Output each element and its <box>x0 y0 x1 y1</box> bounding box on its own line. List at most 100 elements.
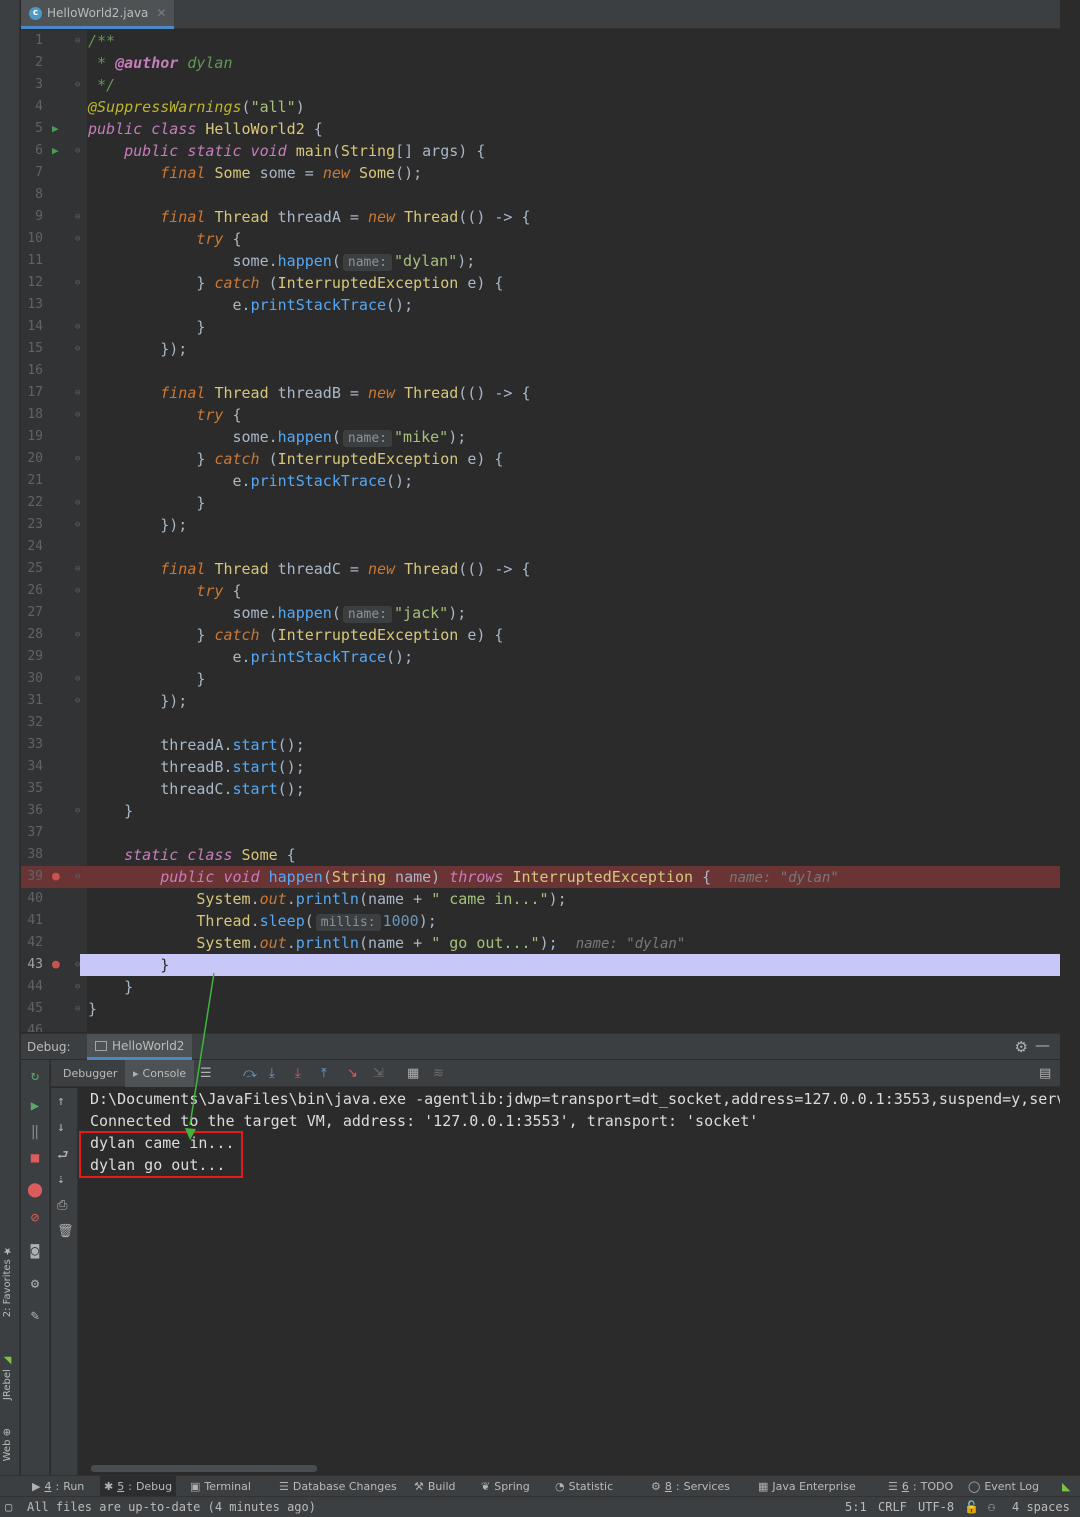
editor-tab-bar: c HelloWorld2.java ✕ <box>21 0 1060 29</box>
fold-icon[interactable]: ⊖ <box>75 998 80 1020</box>
step-over-icon[interactable]: ⤓ <box>269 1066 275 1081</box>
web-tool-button[interactable]: Web ⊕ <box>2 1428 13 1461</box>
fold-icon[interactable]: ⊖ <box>75 140 80 162</box>
lock-icon[interactable]: 🔓 <box>964 1500 979 1514</box>
arrow-up-icon[interactable]: ↑ <box>57 1094 65 1109</box>
tab-debugger[interactable]: Debugger <box>55 1060 125 1087</box>
print-icon[interactable]: ⎙ <box>57 1198 67 1213</box>
step-out-icon[interactable]: ⤒ <box>321 1066 327 1081</box>
fold-icon[interactable]: ⊖ <box>75 74 80 96</box>
layout-icon[interactable]: ▤ <box>1039 1066 1051 1081</box>
fold-icon[interactable]: ⊖ <box>75 338 80 360</box>
gear-icon[interactable]: ⚙ <box>1015 1038 1028 1056</box>
tool-run[interactable]: ▶ 4: Run <box>28 1476 88 1497</box>
fold-icon[interactable]: ⊖ <box>75 228 80 250</box>
breakpoint-icon[interactable]: ● <box>52 866 60 888</box>
menu-icon[interactable]: ☰ <box>200 1066 212 1081</box>
fold-icon[interactable]: ⊖ <box>75 448 80 470</box>
pin-icon[interactable]: ✎ <box>27 1308 43 1324</box>
pause-icon[interactable]: ‖ <box>27 1124 43 1140</box>
line-number: 4 <box>35 99 43 114</box>
fold-icon[interactable]: ⊖ <box>75 404 80 426</box>
breakpoint-icon[interactable]: ● <box>52 954 60 976</box>
tool-label: Build <box>427 1480 456 1493</box>
soft-wrap-icon[interactable]: ⮐ <box>57 1146 69 1168</box>
camera-icon[interactable]: ◙ <box>27 1243 43 1259</box>
resume-icon[interactable]: ▶ <box>27 1098 43 1114</box>
arrow-down-icon[interactable]: ↓ <box>57 1120 65 1135</box>
favorites-tool-button[interactable]: 2: Favorites ★ <box>2 1245 13 1317</box>
fold-icon[interactable]: ⊖ <box>75 580 80 602</box>
close-icon[interactable]: ✕ <box>156 6 166 20</box>
restore-layout-icon[interactable]: ≋ <box>433 1066 444 1081</box>
scroll-to-end-icon[interactable]: ⇣ <box>57 1172 65 1187</box>
caret-position[interactable]: 5:1 <box>845 1500 867 1514</box>
jrebel-tool-button[interactable]: JRebel ◣ <box>2 1355 13 1400</box>
status-message[interactable]: All files are up-to-date (4 minutes ago) <box>27 1500 316 1514</box>
debug-config-tab[interactable]: HelloWorld2 <box>87 1034 193 1060</box>
status-toggle-icon[interactable]: ▢ <box>5 1500 12 1514</box>
tool-build[interactable]: ⚒ Build <box>410 1476 460 1497</box>
indent-setting[interactable]: 4 spaces <box>1012 1500 1070 1514</box>
tool-terminal[interactable]: ▣ Terminal <box>186 1476 255 1497</box>
settings-icon[interactable]: ⚙ <box>27 1276 43 1292</box>
console-scrollbar[interactable] <box>91 1465 317 1472</box>
fold-icon[interactable]: ⊖ <box>75 316 80 338</box>
tool-event-log[interactable]: ◯ Event Log <box>964 1476 1043 1497</box>
tool-services[interactable]: ⚙ 8: Services <box>647 1476 734 1497</box>
fold-icon[interactable]: ⊖ <box>75 382 80 404</box>
tool-statistic[interactable]: ◔ Statistic <box>551 1476 617 1497</box>
table-icon[interactable]: ▦ <box>407 1066 419 1081</box>
mute-breakpoints-icon[interactable]: ⊘ <box>27 1210 43 1226</box>
view-breakpoints-icon[interactable]: ⬤ <box>27 1182 43 1198</box>
line-number: 41 <box>27 913 43 928</box>
fold-icon[interactable]: ⊖ <box>75 558 80 580</box>
tab-console[interactable]: ▸ Console <box>125 1060 195 1087</box>
run-icon[interactable]: ▶ <box>52 140 59 162</box>
tool-database-changes[interactable]: ☰ Database Changes <box>275 1476 401 1497</box>
run-to-cursor-icon[interactable]: ↘ <box>347 1066 358 1081</box>
fold-icon[interactable]: ⊖ <box>75 866 80 888</box>
step-into-icon[interactable]: ⤓ <box>295 1066 301 1081</box>
run-icon[interactable]: ▶ <box>52 118 59 140</box>
fold-icon[interactable]: ⊖ <box>75 492 80 514</box>
file-encoding[interactable]: UTF-8 <box>918 1500 954 1514</box>
minimize-icon[interactable]: — <box>1035 1036 1050 1054</box>
jrebel-status-icon[interactable]: ◣ <box>1058 1476 1074 1497</box>
line-number: 29 <box>27 649 43 664</box>
tool-java-enterprise[interactable]: ▦ Java Enterprise <box>754 1476 860 1497</box>
fold-icon[interactable]: ⊖ <box>75 272 80 294</box>
fold-icon[interactable]: ⊖ <box>75 800 80 822</box>
file-tab-helloworld2[interactable]: c HelloWorld2.java ✕ <box>21 0 175 29</box>
tool-spring[interactable]: ❦ Spring <box>477 1476 534 1497</box>
stop-icon[interactable]: ■ <box>27 1150 43 1166</box>
evaluate-icon[interactable]: ⇲ <box>373 1066 384 1081</box>
java-class-icon: c <box>29 6 42 20</box>
fold-icon[interactable]: ⊖ <box>75 668 80 690</box>
line-number: 10 <box>27 231 43 246</box>
code-text: /** <box>88 32 116 50</box>
trash-icon[interactable]: 🗑 <box>57 1224 74 1239</box>
fold-icon[interactable]: ⊖ <box>75 206 80 228</box>
console-output[interactable]: D:\Documents\JavaFiles\bin\java.exe -age… <box>79 1088 1060 1475</box>
code-line: 31 ⊖ }); <box>21 690 1060 712</box>
fold-icon[interactable]: ⊖ <box>75 624 80 646</box>
tool-todo[interactable]: ☰ 6: TODO <box>884 1476 957 1497</box>
code-text: some.happen(name: "jack"); <box>88 604 467 623</box>
fold-icon[interactable]: ⊖ <box>75 30 80 52</box>
database-icon: ☰ <box>279 1480 289 1493</box>
tab-console-label: Console <box>142 1067 187 1080</box>
fold-icon[interactable]: ⊖ <box>75 954 80 976</box>
code-line: 9 ⊖ final Thread threadA = new Thread(() … <box>21 206 1060 228</box>
tool-debug[interactable]: ✱ 5: Debug <box>100 1476 177 1497</box>
fold-icon[interactable]: ⊖ <box>75 514 80 536</box>
line-number: 2 <box>35 55 43 70</box>
fold-icon[interactable]: ⊖ <box>75 690 80 712</box>
code-editor[interactable]: 1 ⊖ /** 2 * @author dylan 3 ⊖ */ 4 @Suppress… <box>21 30 1060 1032</box>
code-line: 22 ⊖ } <box>21 492 1060 514</box>
code-line: 16 <box>21 360 1060 382</box>
line-separator[interactable]: CRLF <box>878 1500 907 1514</box>
fold-icon[interactable]: ⊖ <box>75 976 80 998</box>
rerun-icon[interactable]: ↻ <box>27 1068 43 1084</box>
show-execution-point-icon[interactable]: ⤼ <box>243 1066 257 1081</box>
